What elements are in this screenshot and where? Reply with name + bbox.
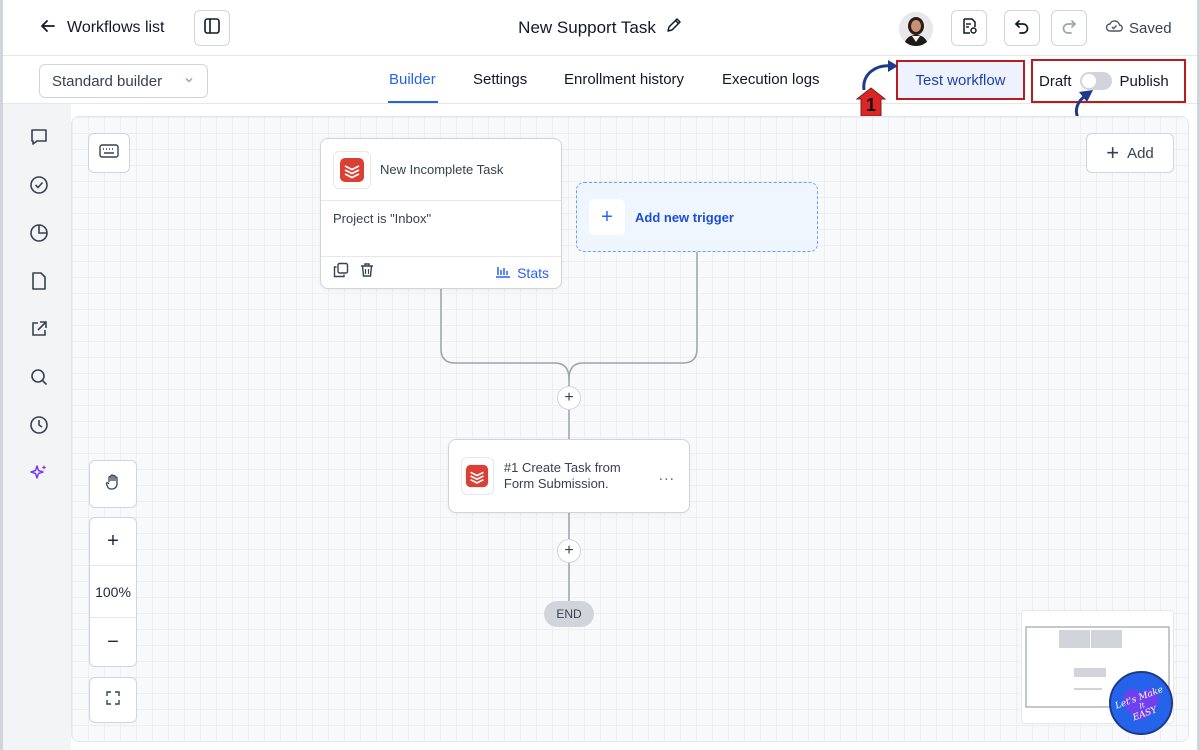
sparkles-icon[interactable] [27,461,51,485]
add-button[interactable]: + Add [1086,133,1174,173]
zoom-controls: + 100% − [89,517,137,667]
zoom-out-button[interactable]: − [90,618,136,666]
check-circle-icon[interactable] [27,173,51,197]
add-new-trigger-card[interactable]: + Add new trigger [576,182,818,252]
more-options-icon[interactable]: ... [659,467,675,485]
callout-number-1: 1 [865,95,876,115]
tab-enrollment-history[interactable]: Enrollment history [564,71,684,88]
fit-to-screen-button[interactable] [89,677,137,723]
builder-select-value: Standard builder [52,72,163,90]
external-link-icon[interactable] [27,317,51,341]
builder-type-select[interactable]: Standard builder [39,64,208,98]
edit-title-pencil-icon[interactable] [666,17,682,38]
pie-chart-icon[interactable] [27,221,51,245]
trigger-footer: Stats [321,256,561,288]
workflow-notes-button[interactable] [951,10,987,46]
heart-logo-icon: Let's Make It EASY [1113,685,1165,724]
end-marker: END [544,601,594,627]
lets-make-it-easy-logo: Let's Make It EASY [1109,671,1173,735]
user-avatar[interactable] [899,12,933,46]
redo-button[interactable] [1051,10,1087,46]
test-workflow-label: Test workflow [915,71,1006,89]
cloud-check-icon [1105,19,1123,37]
plus-icon: + [564,542,574,559]
trash-icon[interactable] [359,262,375,283]
add-label: Add [1127,144,1154,162]
add-step-button[interactable]: + [557,386,581,410]
trigger-node[interactable]: New Incomplete Task Project is "Inbox" S… [320,138,562,289]
top-header: Workflows list New Support Task Saved [3,0,1197,56]
chat-icon[interactable] [27,125,51,149]
stats-label: Stats [517,264,549,281]
save-status: Saved [1105,19,1172,37]
chevron-down-icon [183,73,195,90]
action-node[interactable]: #1 Create Task from Form Submission. ... [448,439,690,513]
bar-chart-icon [495,264,511,281]
undo-icon [1013,17,1031,40]
zoom-in-button[interactable]: + [90,518,136,566]
sub-header: Standard builder Builder Settings Enroll… [3,56,1197,104]
callout-badge-1: 1 [855,87,887,117]
trigger-header: New Incomplete Task [321,139,561,201]
left-sidebar [3,104,71,750]
add-step-button[interactable]: + [557,539,581,563]
publish-label: Publish [1119,72,1169,90]
hand-icon [104,473,122,495]
saved-label: Saved [1129,19,1172,37]
workflow-canvas[interactable]: New Incomplete Task Project is "Inbox" S… [71,116,1189,742]
stats-link[interactable]: Stats [495,264,549,281]
tab-builder[interactable]: Builder [389,71,436,88]
todoist-logo-icon [333,150,371,189]
zoom-level: 100% [90,566,136,618]
action-label: #1 Create Task from Form Submission. [503,460,621,491]
history-icon[interactable] [27,413,51,437]
redo-icon [1060,17,1078,40]
tab-execution-logs[interactable]: Execution logs [722,71,820,88]
trigger-condition: Project is "Inbox" [333,211,432,226]
workflow-builder-app: Workflows list New Support Task Saved St… [0,0,1200,750]
tab-settings[interactable]: Settings [473,71,527,88]
search-icon[interactable] [27,365,51,389]
test-workflow-button[interactable]: Test workflow [896,60,1025,100]
undo-button[interactable] [1004,10,1040,46]
document-settings-icon [960,17,978,40]
trigger-title: New Incomplete Task [380,162,504,177]
plus-icon: + [1106,140,1120,165]
add-new-trigger-label: Add new trigger [635,209,734,225]
plus-icon: + [564,389,574,406]
expand-icon [105,690,121,710]
todoist-logo-icon [461,457,494,495]
workflow-title: New Support Task [518,17,656,37]
active-tab-indicator [388,101,438,103]
plus-icon: + [589,199,625,235]
copy-icon[interactable] [333,262,349,283]
file-icon[interactable] [27,269,51,293]
pan-tool-button[interactable] [89,460,137,508]
